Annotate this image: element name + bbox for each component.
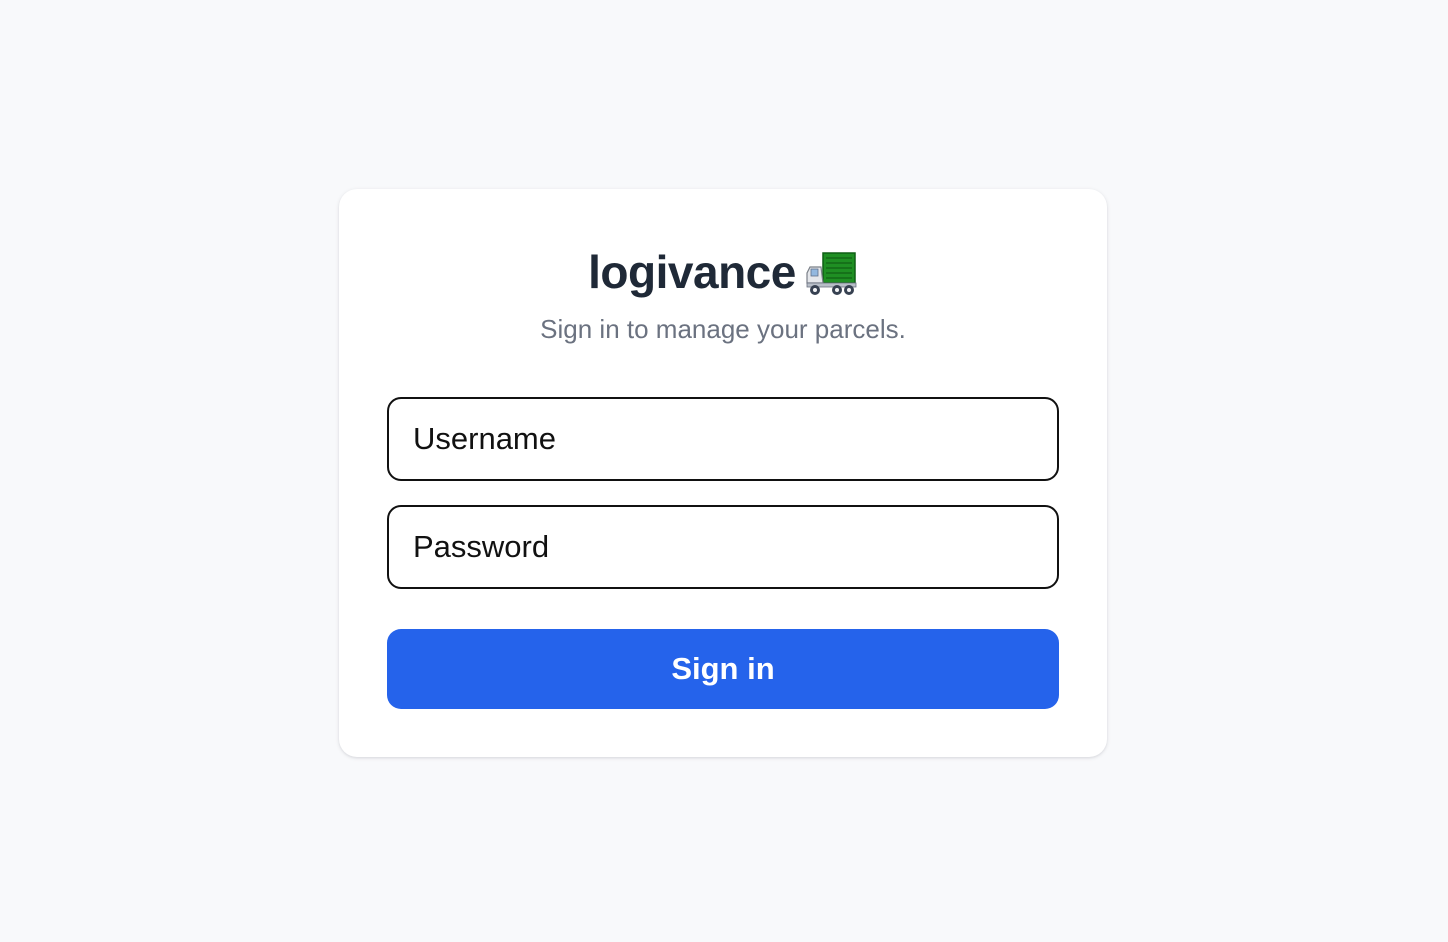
brand-header: logivance [339,245,1107,299]
username-input[interactable] [387,397,1059,481]
delivery-truck-icon [806,251,858,297]
app-title: logivance [588,246,796,298]
login-card: logivance Sign in to manage your parcels… [339,189,1107,757]
sign-in-button[interactable]: Sign in [387,629,1059,709]
password-input[interactable] [387,505,1059,589]
login-subtitle: Sign in to manage your parcels. [540,314,906,344]
